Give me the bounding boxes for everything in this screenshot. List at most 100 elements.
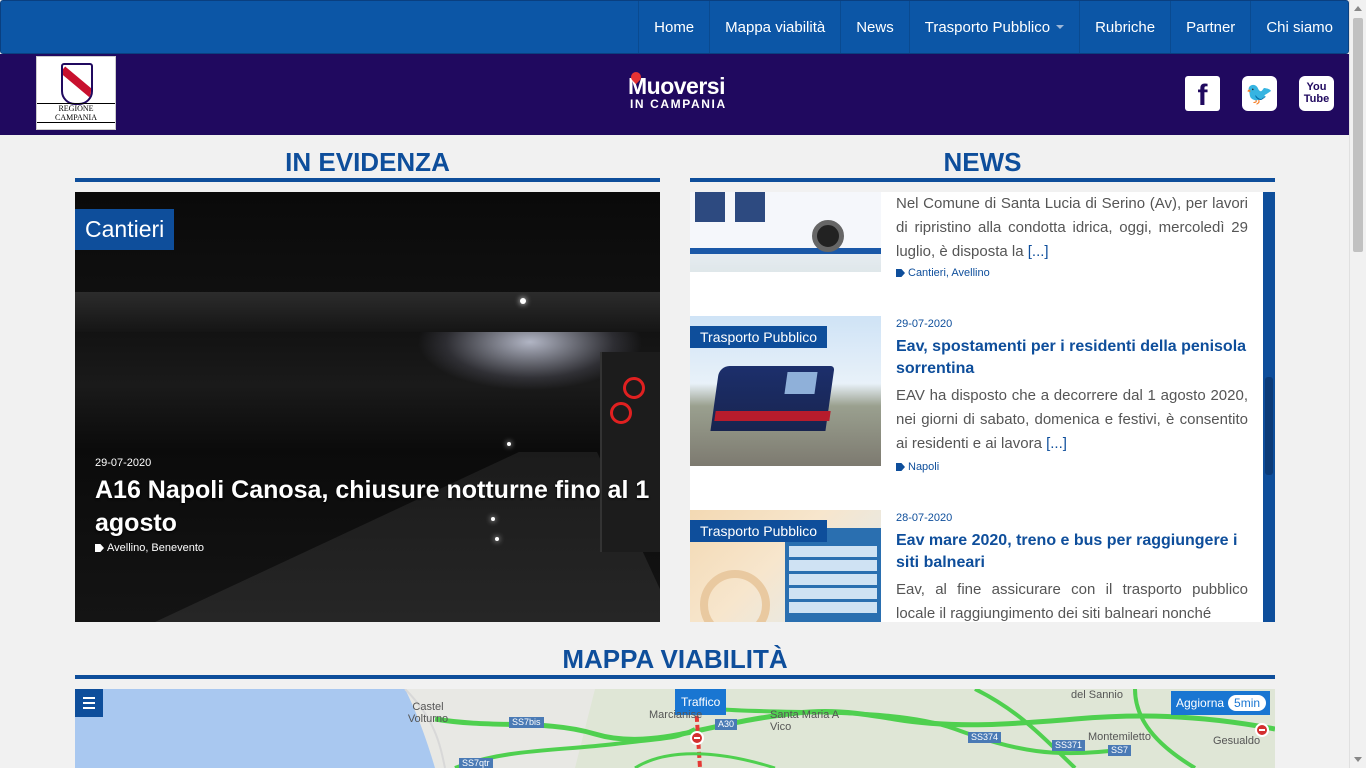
map-place-label: Montemiletto — [1088, 731, 1151, 743]
brand-line1: Muoversi — [628, 73, 725, 99]
news-date: 29-07-2020 — [896, 318, 953, 330]
featured-image-ceiling — [75, 292, 660, 332]
news-item[interactable]: Trasporto Pubblico 28-07-2020 Eav mare 2… — [690, 510, 1263, 622]
featured-title[interactable]: A16 Napoli Canosa, chiusure notturne fin… — [95, 474, 655, 540]
regione-campania-logo[interactable]: REGIONE CAMPANIA — [36, 56, 116, 130]
bus-window — [735, 192, 765, 222]
news-tags[interactable]: Napoli — [896, 461, 939, 473]
featured-category-badge[interactable]: Cantieri — [75, 209, 175, 250]
news-excerpt-text: EAV ha disposto che a decorrere dal 1 ag… — [896, 387, 1248, 452]
scroll-down-icon[interactable] — [1354, 757, 1362, 762]
road-shield: SS371 — [1052, 740, 1086, 751]
news-excerpt: EAV ha disposto che a decorrere dal 1 ag… — [896, 384, 1248, 456]
featured-article[interactable] — [75, 192, 660, 622]
scroll-up-icon[interactable] — [1354, 6, 1362, 11]
price-row — [789, 560, 877, 571]
section-title-news: NEWS — [690, 147, 1275, 182]
nav-item-rubriche[interactable]: Rubriche — [1079, 1, 1170, 53]
news-category-badge[interactable]: Trasporto Pubblico — [690, 326, 827, 348]
price-row — [789, 546, 877, 557]
featured-image-signal — [623, 377, 645, 399]
facebook-icon[interactable]: f — [1185, 76, 1220, 112]
map-place-label: Santa Maria A Vico — [770, 709, 839, 733]
brand-line2: IN CAMPANIA — [630, 97, 727, 111]
featured-image-lamp — [507, 442, 511, 446]
youtube-icon[interactable]: You Tube — [1299, 76, 1334, 111]
muoversi-brand-logo[interactable]: Muoversi IN CAMPANIA — [628, 69, 748, 111]
news-excerpt: Eav, al fine assicurare con il trasporto… — [896, 581, 1248, 622]
road-shield: A30 — [715, 719, 738, 730]
news-tags-text: Napoli — [908, 461, 940, 473]
featured-tags[interactable]: Avellino, Benevento — [95, 542, 204, 554]
traffic-map[interactable]: Traffico Aggiorna 5min Castel Volturno M… — [75, 689, 1275, 768]
page-scrollbar[interactable] — [1349, 0, 1366, 768]
nav-item-chi-siamo[interactable]: Chi siamo — [1250, 1, 1348, 53]
nav-item-partner[interactable]: Partner — [1170, 1, 1250, 53]
map-sea — [75, 689, 435, 768]
nav-menu: Home Mappa viabilità News Trasporto Pubb… — [638, 1, 1348, 53]
road-shield: SS7bis — [509, 717, 544, 728]
news-thumbnail[interactable] — [690, 192, 881, 272]
nav-item-news[interactable]: News — [840, 1, 909, 53]
top-navbar: Home Mappa viabilità News Trasporto Pubb… — [0, 0, 1349, 54]
news-title[interactable]: Eav, spostamenti per i residenti della p… — [896, 336, 1248, 380]
youtube-text-2: Tube — [1303, 93, 1330, 105]
featured-tags-text: Avellino, Benevento — [107, 542, 205, 554]
map-place-label: Marcianise — [649, 709, 703, 721]
price-row — [789, 602, 877, 613]
tag-icon — [896, 269, 905, 277]
caret-down-icon — [1056, 25, 1065, 29]
aggiorna-control[interactable]: Aggiorna 5min — [1171, 691, 1271, 715]
news-scrollbar[interactable] — [1263, 192, 1275, 622]
read-more-link[interactable]: [...] — [1046, 435, 1067, 452]
nav-item-mappa-viabilita[interactable]: Mappa viabilità — [709, 1, 840, 53]
youtube-text-1: You — [1306, 81, 1327, 93]
bus-window — [695, 192, 725, 222]
price-row — [789, 574, 877, 585]
news-tags[interactable]: Cantieri, Avellino — [896, 267, 990, 279]
news-scrollbar-thumb[interactable] — [1265, 377, 1273, 475]
train-stripe — [714, 411, 831, 421]
map-menu-button[interactable] — [75, 689, 103, 717]
road-shield: SS374 — [968, 732, 1002, 743]
menu-icon-bar — [83, 697, 95, 699]
map-place-label: Gesualdo — [1213, 735, 1261, 747]
read-more-link[interactable]: [...] — [1028, 243, 1049, 260]
nav-item-trasporto-pubblico[interactable]: Trasporto Pubblico — [908, 1, 1079, 53]
news-excerpt: Nel Comune di Santa Lucia di Serino (Av)… — [896, 192, 1248, 264]
news-thumbnail[interactable]: Trasporto Pubblico — [690, 316, 881, 466]
news-excerpt-text: Nel Comune di Santa Lucia di Serino (Av)… — [896, 195, 1248, 260]
news-category-badge[interactable]: Trasporto Pubblico — [690, 520, 827, 542]
news-thumbnail[interactable]: Trasporto Pubblico — [690, 510, 881, 622]
tag-icon — [95, 544, 104, 552]
train-windshield — [784, 372, 818, 394]
map-place-label: del Sannio — [1071, 689, 1123, 701]
tag-icon — [896, 463, 905, 471]
site-header: REGIONE CAMPANIA Muoversi IN CAMPANIA f … — [0, 54, 1349, 135]
section-title-mappa: MAPPA VIABILITÀ — [75, 644, 1275, 679]
bus-wheel — [812, 220, 844, 252]
refresh-interval-badge[interactable]: 5min — [1228, 695, 1267, 711]
featured-date: 29-07-2020 — [95, 457, 152, 469]
region-shield-icon — [61, 63, 93, 105]
region-logo-text: REGIONE CAMPANIA — [37, 103, 115, 123]
news-tags-text: Cantieri, Avellino — [908, 267, 990, 279]
news-date: 28-07-2020 — [896, 512, 953, 524]
section-title-evidenza: IN EVIDENZA — [75, 147, 660, 182]
menu-icon-bar — [83, 702, 95, 704]
nav-item-trasporto-pubblico-label: Trasporto Pubblico — [924, 18, 1051, 36]
news-item[interactable]: Trasporto Pubblico 29-07-2020 Eav, spost… — [690, 316, 1263, 476]
price-row — [789, 588, 877, 599]
twitter-icon[interactable]: 🐦 — [1242, 76, 1277, 111]
featured-image-lamp — [520, 298, 526, 304]
map-place-label: Castel Volturno — [407, 701, 449, 725]
scrollbar-thumb[interactable] — [1353, 18, 1363, 252]
nav-item-home[interactable]: Home — [638, 1, 709, 53]
featured-image-signal — [610, 402, 632, 424]
news-list[interactable]: Nel Comune di Santa Lucia di Serino (Av)… — [690, 192, 1275, 622]
menu-icon-bar — [83, 707, 95, 709]
road-shield: SS7qtr — [459, 758, 493, 768]
road-closed-icon[interactable] — [690, 731, 704, 745]
road-closed-icon[interactable] — [1255, 723, 1269, 737]
news-title[interactable]: Eav mare 2020, treno e bus per raggiunge… — [896, 530, 1248, 574]
